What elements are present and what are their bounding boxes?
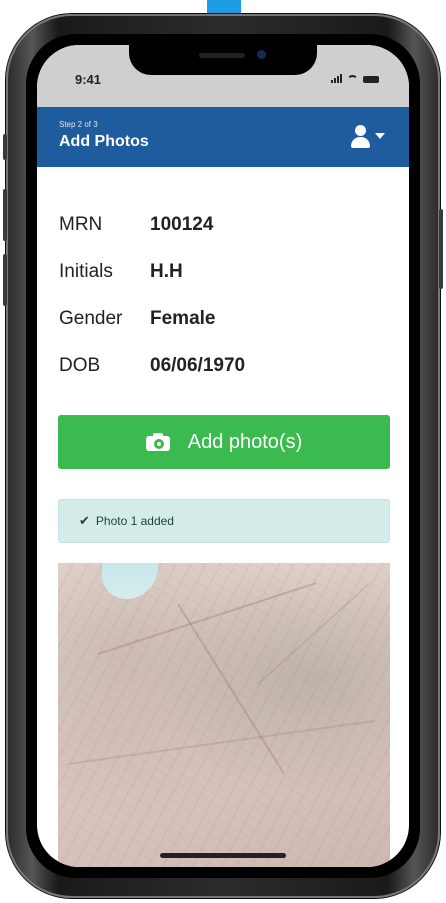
initials-label: Initials bbox=[59, 260, 113, 282]
add-photo-button[interactable]: Add photo(s) bbox=[58, 415, 390, 469]
info-row-initials: Initials H.H bbox=[59, 248, 245, 295]
user-icon bbox=[355, 125, 366, 136]
notch bbox=[129, 45, 317, 75]
uploaded-photo[interactable] bbox=[58, 563, 390, 867]
step-indicator: Step 2 of 3 bbox=[59, 120, 98, 129]
info-row-dob: DOB 06/06/1970 bbox=[59, 342, 245, 389]
phone-screen: 9:41 Step 2 of 3 Add Photos MRN 100124 I… bbox=[37, 45, 409, 867]
success-alert: ✔ Photo 1 added bbox=[58, 499, 390, 543]
front-camera bbox=[257, 50, 266, 59]
info-row-mrn: MRN 100124 bbox=[59, 201, 245, 248]
gender-value: Female bbox=[150, 307, 216, 329]
user-menu-button[interactable] bbox=[349, 125, 389, 151]
patient-info: MRN 100124 Initials H.H Gender Female DO… bbox=[59, 201, 245, 389]
initials-value: H.H bbox=[150, 260, 183, 282]
mrn-value: 100124 bbox=[150, 213, 214, 235]
speaker bbox=[199, 53, 245, 58]
status-time: 9:41 bbox=[75, 72, 102, 87]
mrn-label: MRN bbox=[59, 213, 103, 235]
power-button bbox=[439, 209, 443, 289]
phone-frame: 9:41 Step 2 of 3 Add Photos MRN 100124 I… bbox=[3, 14, 443, 898]
home-indicator bbox=[160, 853, 286, 858]
app-header: Step 2 of 3 Add Photos bbox=[37, 107, 409, 167]
battery-icon bbox=[363, 76, 379, 83]
page-title: Add Photos bbox=[59, 133, 149, 150]
status-bar: 9:41 bbox=[37, 45, 409, 107]
add-photo-label: Add photo(s) bbox=[187, 430, 303, 453]
mute-switch bbox=[3, 134, 7, 160]
dob-value: 06/06/1970 bbox=[150, 354, 246, 376]
camera-icon bbox=[145, 433, 170, 451]
status-icons bbox=[331, 74, 379, 83]
checkmark-icon: ✔ bbox=[79, 513, 90, 528]
dob-label: DOB bbox=[59, 354, 101, 376]
alert-text: Photo 1 added bbox=[95, 514, 174, 528]
gender-label: Gender bbox=[59, 307, 123, 329]
signal-icon bbox=[331, 74, 342, 83]
caret-down-icon bbox=[375, 133, 385, 139]
info-row-gender: Gender Female bbox=[59, 295, 245, 342]
volume-down-button bbox=[3, 254, 7, 306]
volume-up-button bbox=[3, 189, 7, 241]
wifi-icon bbox=[347, 75, 358, 83]
